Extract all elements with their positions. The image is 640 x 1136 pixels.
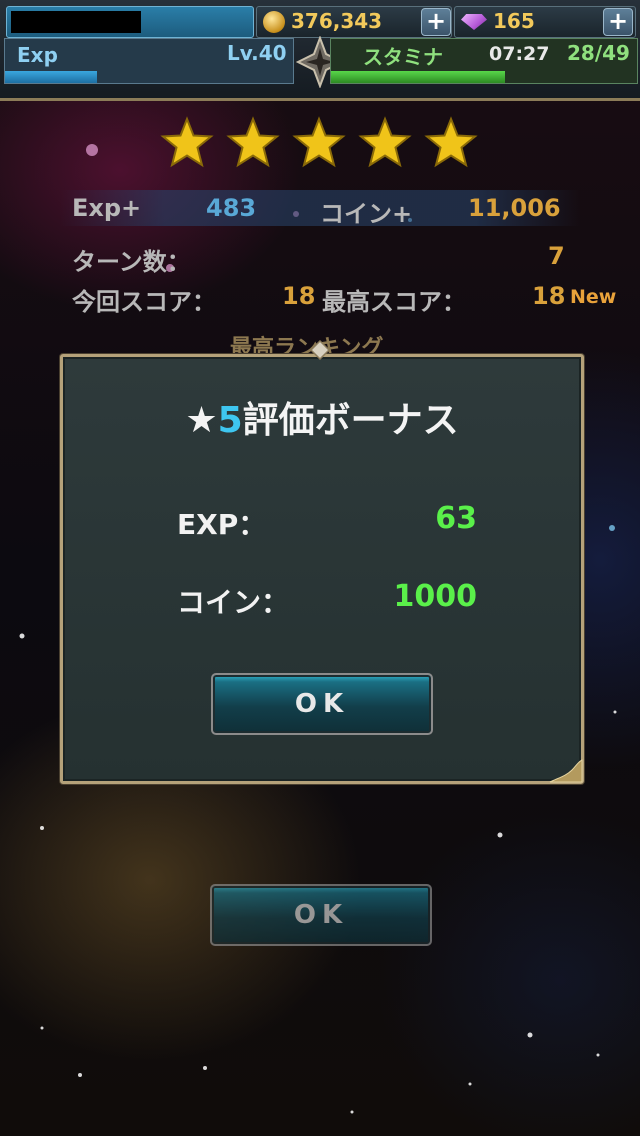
bonus-dialog: ★5評価ボーナス EXP： 63 コイン： 1000 OK bbox=[60, 354, 584, 784]
title-rating-number: 5 bbox=[217, 400, 243, 441]
result-ok-button[interactable]: OK bbox=[210, 884, 432, 946]
rating-stars bbox=[160, 116, 480, 170]
stamina-bar-fill bbox=[331, 71, 506, 83]
reward-row: Exp+ 483 コイン+ 11,006 bbox=[60, 190, 580, 228]
exp-bar-fill bbox=[5, 71, 98, 83]
gem-icon bbox=[461, 14, 487, 30]
dialog-corner-ornament-icon bbox=[549, 759, 583, 783]
coin-icon bbox=[263, 11, 285, 33]
stamina-bar: スタミナ 07:27 28/49 bbox=[330, 38, 638, 84]
stamina-label: スタミナ bbox=[363, 45, 443, 69]
rating-star-icon bbox=[292, 116, 346, 168]
gem-counter: 165 + bbox=[454, 6, 636, 38]
rating-star-icon bbox=[160, 116, 214, 168]
coin-counter: 376,343 + bbox=[256, 6, 452, 38]
add-coins-button[interactable]: + bbox=[421, 8, 451, 36]
turns-row: ターン数： 7 bbox=[60, 238, 580, 276]
score-label: 今回スコア： bbox=[72, 288, 216, 316]
dialog-top-gem-icon bbox=[310, 340, 330, 360]
gem-amount: 165 bbox=[493, 9, 535, 33]
player-name-box bbox=[6, 6, 254, 38]
turns-label: ターン数： bbox=[72, 248, 191, 276]
rating-star-icon bbox=[358, 116, 412, 168]
status-header: 376,343 + 165 + Exp Lv.40 スタミナ 07:27 28/… bbox=[0, 0, 640, 101]
dialog-title: ★5評価ボーナス bbox=[63, 391, 581, 443]
exp-bar: Exp Lv.40 bbox=[4, 38, 294, 84]
stamina-timer: 07:27 bbox=[489, 43, 550, 65]
coin-amount: 376,343 bbox=[291, 9, 383, 33]
bonus-coin-label: コイン： bbox=[177, 586, 290, 619]
new-record-badge: New bbox=[570, 286, 617, 308]
coin-plus-value: 11,006 bbox=[468, 194, 561, 222]
title-star-icon: ★ bbox=[185, 400, 218, 441]
stamina-count: 28/49 bbox=[567, 41, 630, 65]
turns-value: 7 bbox=[548, 242, 565, 270]
best-score-value: 18 bbox=[532, 282, 566, 310]
exp-plus-value: 483 bbox=[206, 194, 257, 222]
title-text: 評価ボーナス bbox=[242, 400, 459, 441]
level-label: Lv.40 bbox=[227, 41, 287, 65]
rating-star-icon bbox=[424, 116, 478, 168]
dialog-ok-button[interactable]: OK bbox=[211, 673, 433, 735]
rating-star-icon bbox=[226, 116, 280, 168]
score-row: 今回スコア： 18 最高スコア： 18 New bbox=[60, 278, 616, 316]
best-score-label: 最高スコア： bbox=[322, 288, 466, 316]
exp-label: Exp bbox=[17, 43, 58, 67]
exp-plus-label: Exp+ bbox=[72, 194, 142, 222]
bonus-exp-label: EXP： bbox=[177, 508, 267, 541]
bonus-exp-value: 63 bbox=[435, 501, 477, 536]
bonus-coin-value: 1000 bbox=[393, 579, 478, 614]
coin-plus-label: コイン+ bbox=[320, 200, 413, 228]
add-gems-button[interactable]: + bbox=[603, 8, 633, 36]
player-name-redacted bbox=[11, 11, 141, 33]
score-value: 18 bbox=[282, 282, 316, 310]
